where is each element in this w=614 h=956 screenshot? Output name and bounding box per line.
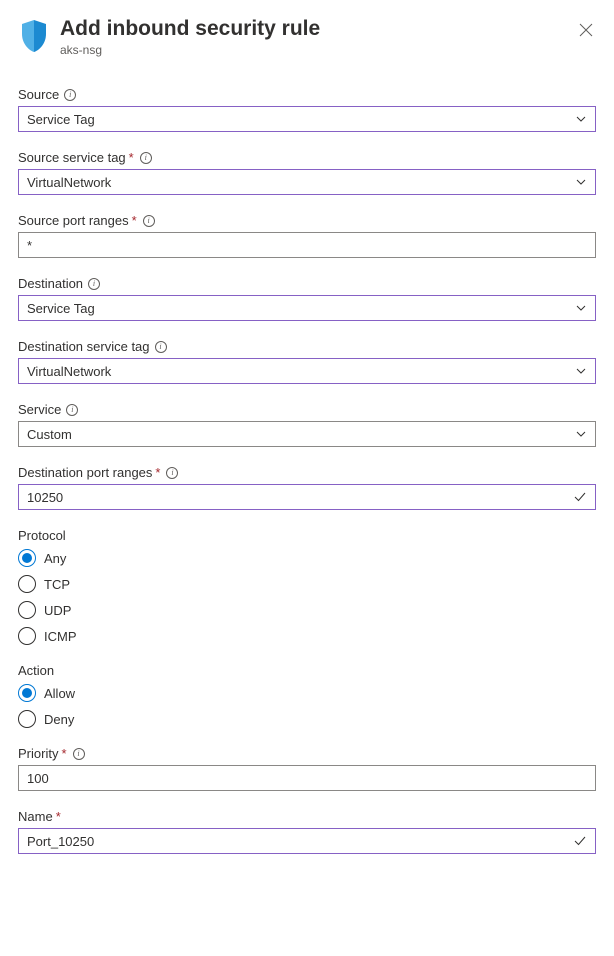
info-icon[interactable]: i bbox=[166, 467, 178, 479]
shield-icon bbox=[18, 18, 50, 54]
destination-port-ranges-value: 10250 bbox=[27, 490, 573, 505]
radio-icon bbox=[18, 549, 36, 567]
destination-label: Destination bbox=[18, 276, 83, 291]
action-radio-group: Allow Deny bbox=[18, 684, 596, 728]
service-select[interactable]: Custom bbox=[18, 421, 596, 447]
source-service-tag-label-row: Source service tag * i bbox=[18, 150, 596, 165]
destination-port-ranges-label-row: Destination port ranges * i bbox=[18, 465, 596, 480]
destination-port-ranges-group: Destination port ranges * i 10250 bbox=[18, 465, 596, 510]
radio-label: UDP bbox=[44, 603, 71, 618]
action-group: Action Allow Deny bbox=[18, 663, 596, 728]
panel-title: Add inbound security rule bbox=[60, 16, 576, 41]
chevron-down-icon bbox=[575, 113, 587, 125]
action-label: Action bbox=[18, 663, 54, 678]
protocol-label-row: Protocol bbox=[18, 528, 596, 543]
check-icon bbox=[573, 490, 587, 504]
protocol-label: Protocol bbox=[18, 528, 66, 543]
source-service-tag-label: Source service tag bbox=[18, 150, 126, 165]
check-icon bbox=[573, 834, 587, 848]
required-marker: * bbox=[155, 465, 160, 480]
chevron-down-icon bbox=[575, 365, 587, 377]
radio-icon bbox=[18, 710, 36, 728]
source-service-tag-group: Source service tag * i VirtualNetwork bbox=[18, 150, 596, 195]
name-input[interactable]: Port_10250 bbox=[18, 828, 596, 854]
radio-icon bbox=[18, 575, 36, 593]
radio-icon bbox=[18, 601, 36, 619]
destination-service-tag-value: VirtualNetwork bbox=[27, 364, 575, 379]
source-value: Service Tag bbox=[27, 112, 575, 127]
protocol-option-tcp[interactable]: TCP bbox=[18, 575, 596, 593]
required-marker: * bbox=[56, 809, 61, 824]
destination-port-ranges-input[interactable]: 10250 bbox=[18, 484, 596, 510]
panel-subtitle: aks-nsg bbox=[60, 43, 576, 57]
source-select[interactable]: Service Tag bbox=[18, 106, 596, 132]
action-label-row: Action bbox=[18, 663, 596, 678]
required-marker: * bbox=[61, 746, 66, 761]
radio-label: ICMP bbox=[44, 629, 77, 644]
required-marker: * bbox=[129, 150, 134, 165]
source-port-ranges-label: Source port ranges bbox=[18, 213, 129, 228]
title-block: Add inbound security rule aks-nsg bbox=[60, 16, 576, 57]
destination-service-tag-label: Destination service tag bbox=[18, 339, 150, 354]
service-label: Service bbox=[18, 402, 61, 417]
radio-label: TCP bbox=[44, 577, 70, 592]
radio-icon bbox=[18, 627, 36, 645]
priority-group: Priority * i 100 bbox=[18, 746, 596, 791]
action-option-allow[interactable]: Allow bbox=[18, 684, 596, 702]
service-value: Custom bbox=[27, 427, 575, 442]
service-label-row: Service i bbox=[18, 402, 596, 417]
source-port-ranges-input[interactable]: * bbox=[18, 232, 596, 258]
info-icon[interactable]: i bbox=[73, 748, 85, 760]
name-label-row: Name * bbox=[18, 809, 596, 824]
service-group: Service i Custom bbox=[18, 402, 596, 447]
info-icon[interactable]: i bbox=[140, 152, 152, 164]
action-option-deny[interactable]: Deny bbox=[18, 710, 596, 728]
source-port-ranges-value: * bbox=[27, 238, 587, 253]
destination-group: Destination i Service Tag bbox=[18, 276, 596, 321]
name-value: Port_10250 bbox=[27, 834, 573, 849]
destination-port-ranges-label: Destination port ranges bbox=[18, 465, 152, 480]
protocol-radio-group: Any TCP UDP ICMP bbox=[18, 549, 596, 645]
destination-value: Service Tag bbox=[27, 301, 575, 316]
close-button[interactable] bbox=[576, 20, 596, 40]
priority-label-row: Priority * i bbox=[18, 746, 596, 761]
info-icon[interactable]: i bbox=[155, 341, 167, 353]
protocol-option-any[interactable]: Any bbox=[18, 549, 596, 567]
source-group: Source i Service Tag bbox=[18, 87, 596, 132]
source-port-ranges-group: Source port ranges * i * bbox=[18, 213, 596, 258]
destination-select[interactable]: Service Tag bbox=[18, 295, 596, 321]
required-marker: * bbox=[132, 213, 137, 228]
source-service-tag-select[interactable]: VirtualNetwork bbox=[18, 169, 596, 195]
destination-label-row: Destination i bbox=[18, 276, 596, 291]
panel-header: Add inbound security rule aks-nsg bbox=[18, 16, 596, 57]
info-icon[interactable]: i bbox=[66, 404, 78, 416]
priority-label: Priority bbox=[18, 746, 58, 761]
name-group: Name * Port_10250 bbox=[18, 809, 596, 854]
info-icon[interactable]: i bbox=[88, 278, 100, 290]
radio-label: Allow bbox=[44, 686, 75, 701]
destination-service-tag-label-row: Destination service tag i bbox=[18, 339, 596, 354]
protocol-option-udp[interactable]: UDP bbox=[18, 601, 596, 619]
priority-input[interactable]: 100 bbox=[18, 765, 596, 791]
source-label: Source bbox=[18, 87, 59, 102]
destination-service-tag-group: Destination service tag i VirtualNetwork bbox=[18, 339, 596, 384]
chevron-down-icon bbox=[575, 176, 587, 188]
destination-service-tag-select[interactable]: VirtualNetwork bbox=[18, 358, 596, 384]
protocol-option-icmp[interactable]: ICMP bbox=[18, 627, 596, 645]
source-label-row: Source i bbox=[18, 87, 596, 102]
chevron-down-icon bbox=[575, 428, 587, 440]
name-label: Name bbox=[18, 809, 53, 824]
priority-value: 100 bbox=[27, 771, 587, 786]
info-icon[interactable]: i bbox=[143, 215, 155, 227]
info-icon[interactable]: i bbox=[64, 89, 76, 101]
protocol-group: Protocol Any TCP UDP ICMP bbox=[18, 528, 596, 645]
source-port-ranges-label-row: Source port ranges * i bbox=[18, 213, 596, 228]
radio-label: Any bbox=[44, 551, 66, 566]
radio-label: Deny bbox=[44, 712, 74, 727]
source-service-tag-value: VirtualNetwork bbox=[27, 175, 575, 190]
radio-icon bbox=[18, 684, 36, 702]
chevron-down-icon bbox=[575, 302, 587, 314]
